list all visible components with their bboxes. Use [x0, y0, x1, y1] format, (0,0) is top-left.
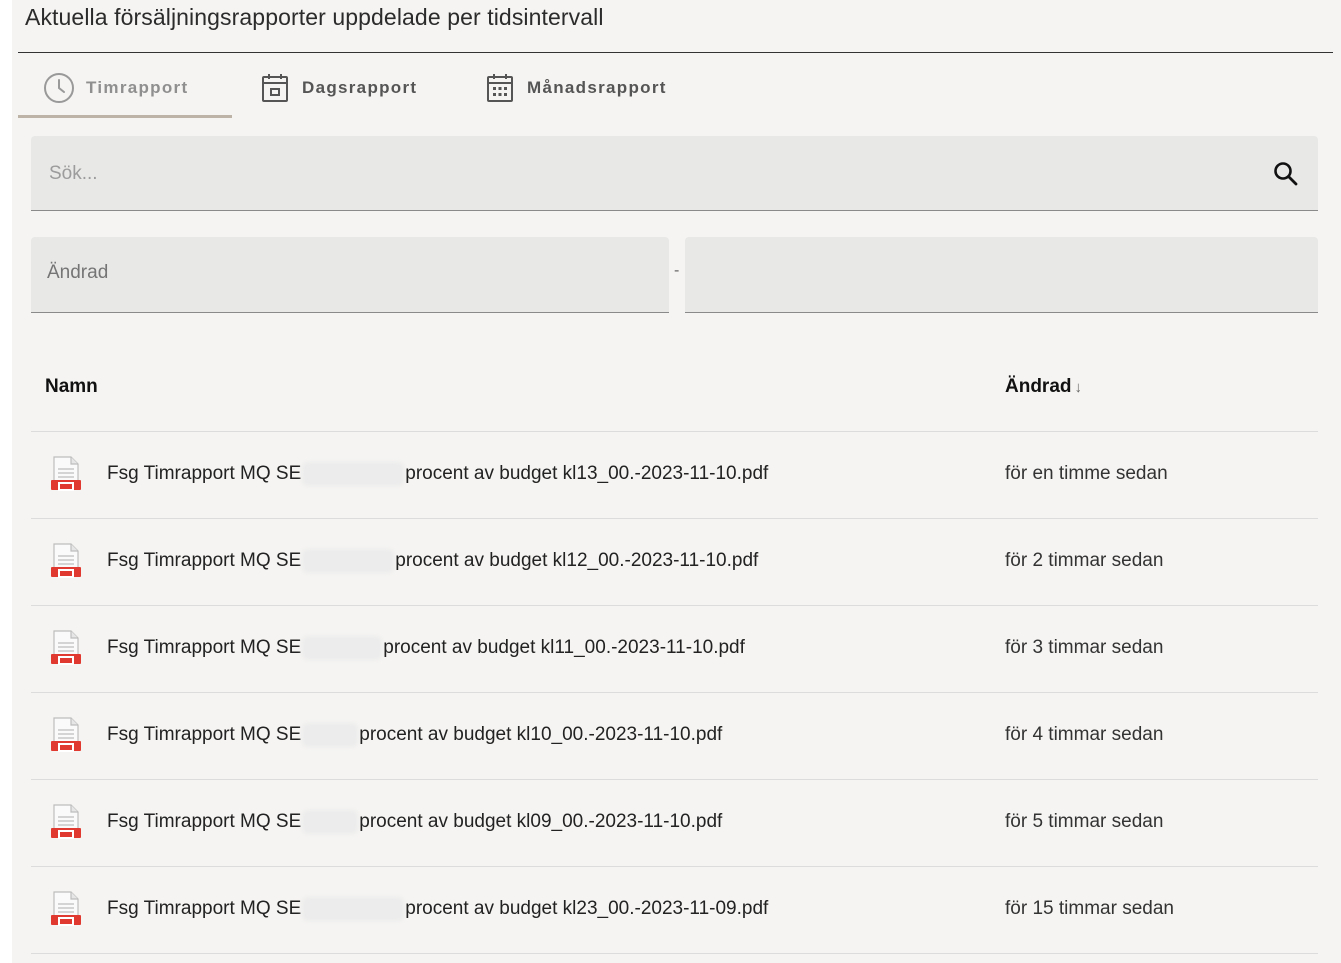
modified-from-field[interactable]: Ändrad — [31, 237, 669, 313]
clock-icon — [42, 71, 76, 105]
tab-label: Dagsrapport — [302, 77, 418, 97]
table-header: Namn Ändrad ↓ — [31, 344, 1318, 432]
file-name[interactable]: Fsg Timrapport MQ SE procent av budget kl… — [107, 724, 722, 746]
title-divider — [18, 52, 1333, 53]
redacted-text — [305, 725, 356, 744]
file-name[interactable]: Fsg Timrapport MQ SE procent av budget kl… — [107, 463, 768, 485]
file-name[interactable]: Fsg Timrapport MQ SE procent av budget kl… — [107, 550, 758, 572]
modified-time: för 5 timmar sedan — [1005, 811, 1164, 832]
search-icon[interactable] — [1272, 160, 1300, 188]
pdf-file-icon — [49, 630, 83, 668]
pdf-file-icon — [49, 891, 83, 929]
pdf-file-icon — [49, 543, 83, 581]
calendar-day-icon — [258, 71, 292, 105]
reports-table: Namn Ändrad ↓ Fsg Timrapport MQ SE procent… — [31, 344, 1318, 954]
report-panel: Aktuella försäljningsrapporter uppdelade… — [12, 0, 1341, 963]
sort-arrow-icon: ↓ — [1074, 379, 1083, 396]
date-range-separator: - — [674, 262, 680, 279]
table-row[interactable]: Fsg Timrapport MQ SE procent av budget kl… — [31, 780, 1318, 867]
file-name[interactable]: Fsg Timrapport MQ SE procent av budget kl… — [107, 898, 768, 920]
pdf-file-icon — [49, 717, 83, 755]
report-tabs: Timrapport Dagsrapport Månadsrapport — [18, 60, 718, 118]
column-header-modified-label: Ändrad — [1005, 376, 1072, 397]
table-row[interactable]: Fsg Timrapport MQ SE procent av budget kl… — [31, 693, 1318, 780]
table-row[interactable]: Fsg Timrapport MQ SE procent av budget kl… — [31, 867, 1318, 954]
search-box — [31, 136, 1318, 212]
column-header-name[interactable]: Namn — [45, 376, 98, 398]
tab-label: Timrapport — [86, 77, 189, 97]
file-name[interactable]: Fsg Timrapport MQ SE procent av budget kl… — [107, 637, 745, 659]
table-row[interactable]: Fsg Timrapport MQ SE procent av budget kl… — [31, 519, 1318, 606]
modified-time: för 2 timmar sedan — [1005, 550, 1164, 571]
modified-time: för 3 timmar sedan — [1005, 637, 1164, 658]
calendar-month-icon — [483, 71, 517, 105]
modified-time: för 4 timmar sedan — [1005, 724, 1164, 745]
redacted-text — [305, 899, 402, 918]
modified-time: för en timme sedan — [1005, 463, 1168, 484]
page-title: Aktuella försäljningsrapporter uppdelade… — [25, 4, 604, 30]
redacted-text — [305, 551, 392, 570]
table-row[interactable]: Fsg Timrapport MQ SE procent av budget kl… — [31, 432, 1318, 519]
redacted-text — [305, 812, 356, 831]
tab-dagsrapport[interactable]: Dagsrapport — [258, 60, 417, 115]
redacted-text — [305, 464, 402, 483]
redacted-text — [305, 638, 380, 657]
modified-from-label: Ändrad — [47, 262, 109, 283]
tab-label: Månadsrapport — [527, 77, 667, 97]
pdf-file-icon — [49, 456, 83, 494]
search-input[interactable] — [47, 136, 1251, 212]
modified-to-field[interactable] — [685, 237, 1318, 313]
modified-time: för 15 timmar sedan — [1005, 898, 1174, 919]
table-row[interactable]: Fsg Timrapport MQ SE procent av budget kl… — [31, 606, 1318, 693]
pdf-file-icon — [49, 804, 83, 842]
tab-timrapport[interactable]: Timrapport — [42, 60, 188, 115]
column-header-modified[interactable]: Ändrad ↓ — [1005, 376, 1082, 398]
tab-manadsrapport[interactable]: Månadsrapport — [483, 60, 667, 115]
file-name[interactable]: Fsg Timrapport MQ SE procent av budget kl… — [107, 811, 722, 833]
active-tab-indicator — [18, 115, 232, 118]
